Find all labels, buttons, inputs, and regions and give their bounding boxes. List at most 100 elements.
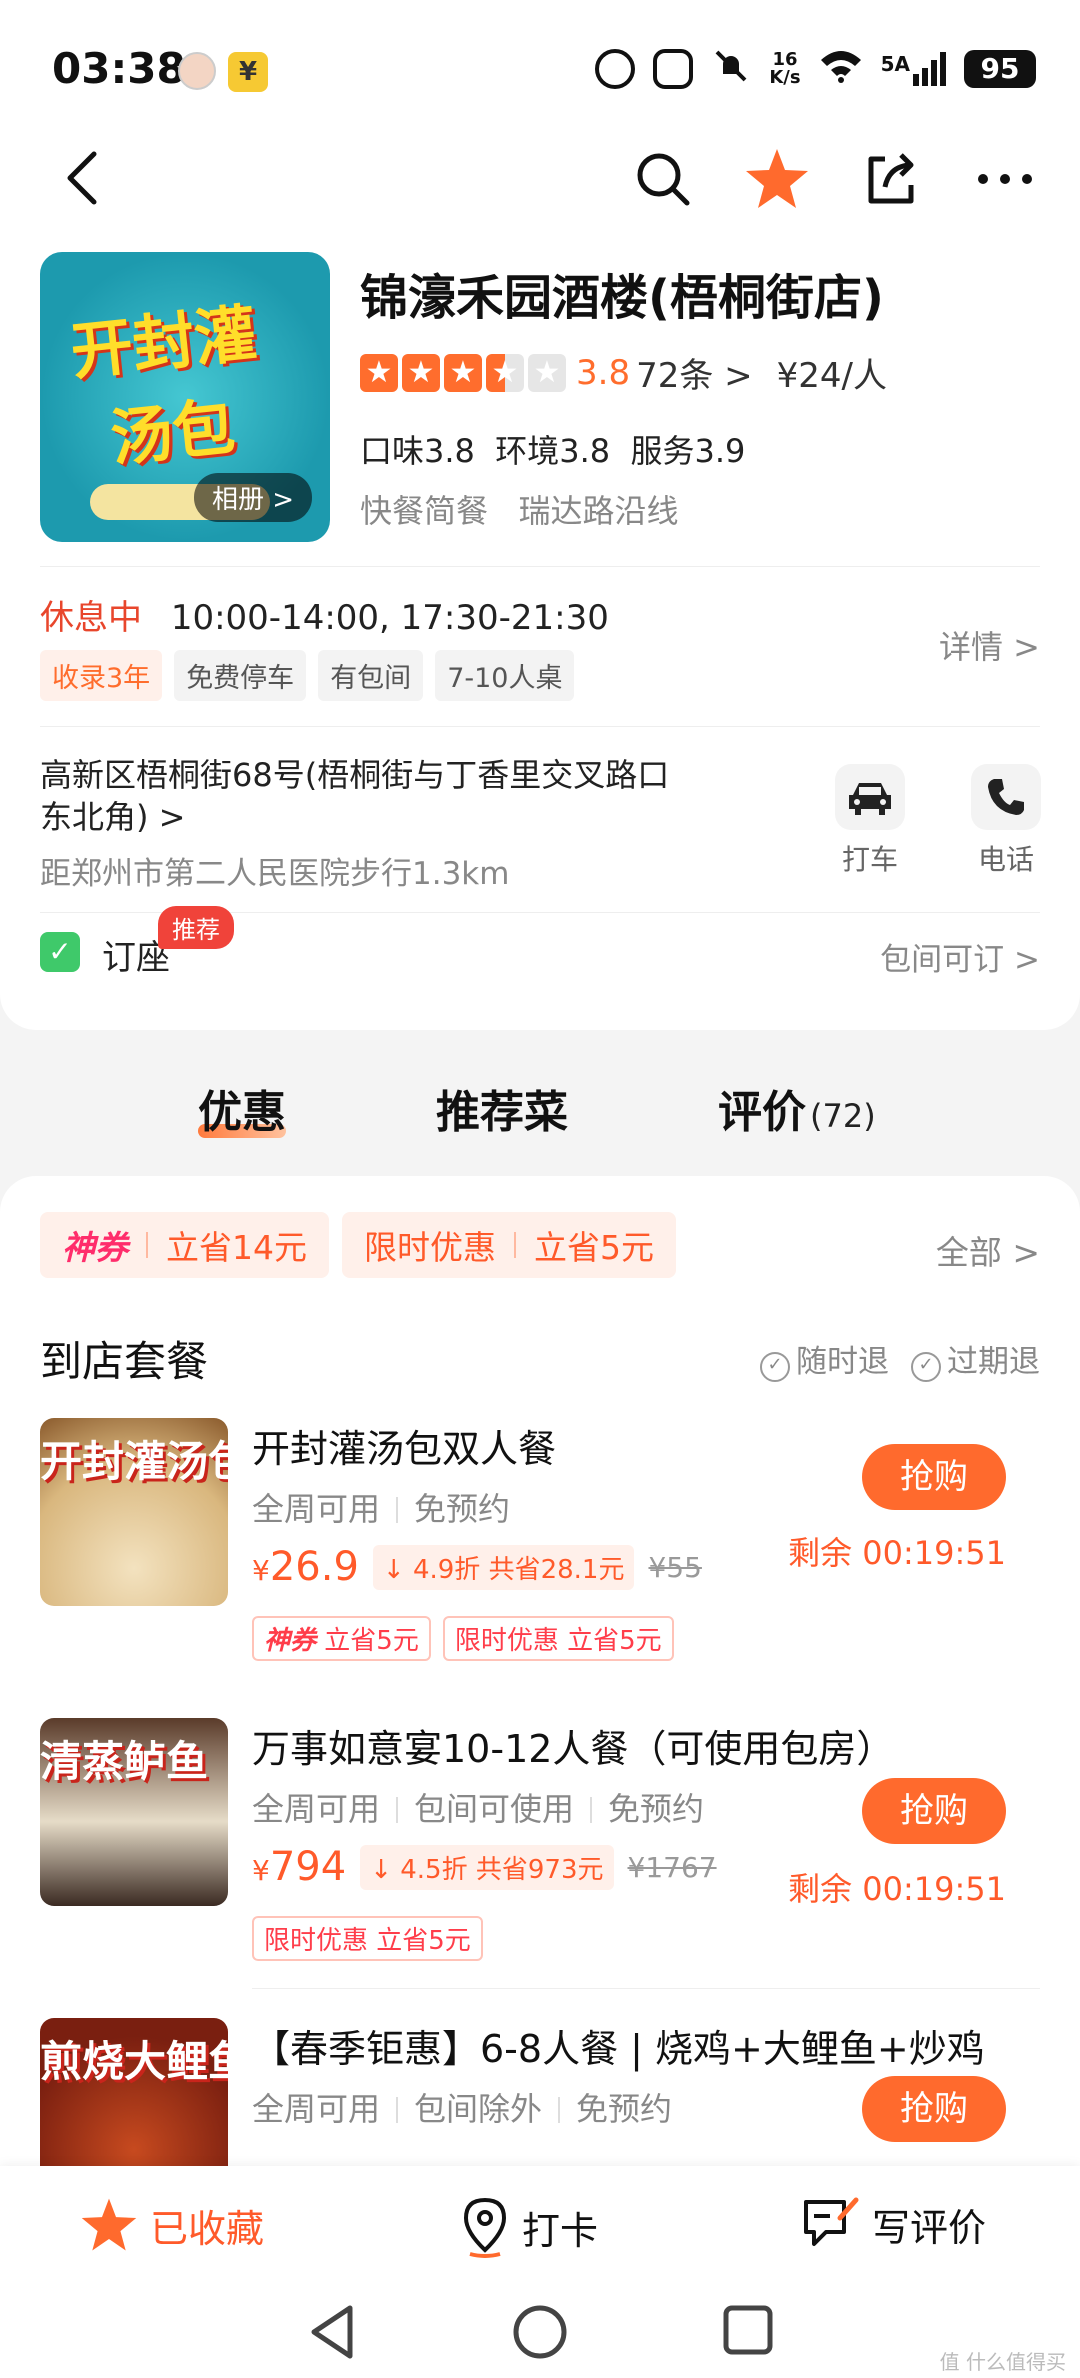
private-room-link[interactable]: 包间可订 >: [880, 934, 1040, 979]
deal-title: 万事如意宴10-12人餐（可使用包房）: [252, 1727, 895, 1771]
bottom-action-bar: 已收藏 打卡 写评价: [0, 2166, 1080, 2286]
phone-label: 电话: [977, 843, 1034, 876]
divider: [40, 726, 1040, 727]
phone-icon: [988, 779, 1024, 815]
check-icon: ✓: [40, 932, 80, 972]
business-hours: 休息中 10:00-14:00, 17:30-21:30: [40, 590, 609, 639]
deal-meta: 全周可用 包间除外 免预约: [252, 2084, 672, 2130]
tab-dishes[interactable]: 推荐菜: [436, 1076, 568, 1140]
write-review-button[interactable]: 写评价: [800, 2196, 986, 2252]
tag: 7-10人桌: [435, 650, 575, 701]
checkin-button[interactable]: 打卡: [460, 2196, 598, 2258]
booking-row[interactable]: ✓ 订座 推荐 包间可订 >: [40, 906, 1040, 1000]
refund-policy: 随时退 过期退: [760, 1336, 1040, 1382]
deal-badges: 神券 立省5元 限时优惠 立省5元: [252, 1616, 674, 1661]
rating-row[interactable]: ★ ★ ★ ★ ★ 3.8 72条 > ¥24/人: [360, 348, 887, 397]
shop-info-card: 开封灌 汤包 相册 > 锦濠禾园酒楼(梧桐街店) ★ ★ ★ ★ ★ 3.8 7…: [0, 240, 1080, 1030]
deal-item[interactable]: 煎烧大鲤鱼 【春季钜惠】6-8人餐 | 烧鸡+大鲤鱼+炒鸡 全周可用 包间除外 …: [0, 2018, 1080, 2186]
status-time: 03:38: [52, 44, 186, 93]
divider: [252, 1988, 1040, 1989]
coupon-pill-limited[interactable]: 限时优惠 立省5元: [342, 1212, 676, 1278]
deal-image: 开封灌汤包: [40, 1418, 228, 1606]
limited-badge: 限时优惠 立省5元: [252, 1916, 483, 1961]
taxi-button[interactable]: 打车: [830, 764, 910, 878]
buy-button[interactable]: 抢购: [862, 2076, 1006, 2142]
shop-categories: 快餐简餐 瑞达路沿线: [360, 492, 679, 530]
deal-title: 开封灌汤包双人餐: [252, 1427, 557, 1471]
deal-meta: 全周可用 免预约: [252, 1484, 510, 1530]
rating-score: 3.8: [576, 352, 631, 393]
recommend-badge: 推荐: [158, 906, 234, 949]
divider: [40, 566, 1040, 567]
shop-cover-image[interactable]: 开封灌 汤包 相册 >: [40, 252, 330, 542]
policy-expiry-refund: 过期退: [911, 1336, 1040, 1382]
discount-badge: ↓ 4.9折 共省28.1元: [372, 1544, 635, 1590]
deal-badges: 限时优惠 立省5元: [252, 1916, 483, 1961]
avatar-icon: [178, 52, 216, 90]
avg-price: ¥24/人: [776, 356, 887, 396]
countdown: 剩余 00:19:51: [788, 1534, 1006, 1572]
yen-badge-icon: ¥: [228, 52, 268, 92]
star-icon: ★: [444, 353, 482, 392]
deal-price: ¥26.9 ↓ 4.9折 共省28.1元 ¥55: [252, 1544, 702, 1590]
cover-text-1: 开封灌: [67, 296, 260, 389]
deal-title: 【春季钜惠】6-8人餐 | 烧鸡+大鲤鱼+炒鸡: [252, 2027, 985, 2071]
search-button[interactable]: [628, 144, 698, 214]
deal-item[interactable]: 开封灌汤包 开封灌汤包双人餐 全周可用 免预约 ¥26.9 ↓ 4.9折 共省2…: [0, 1418, 1080, 1718]
deal-image-text: 煎烧大鲤鱼: [40, 2037, 228, 2086]
top-nav: [0, 130, 1080, 240]
limited-label: 限时优惠: [364, 1228, 496, 1267]
system-home-icon[interactable]: [512, 2304, 568, 2360]
buy-button[interactable]: 抢购: [862, 1444, 1006, 1510]
status-bar: 03:38 ¥ 16 K/s 5A 95: [0, 0, 1080, 130]
share-button[interactable]: [856, 144, 926, 214]
original-price: ¥1767: [627, 1850, 717, 1884]
favorited-button[interactable]: 已收藏: [80, 2196, 264, 2254]
section-title: 到店套餐: [40, 1337, 209, 1386]
god-coupon-badge: 神券 立省5元: [252, 1616, 431, 1661]
coupon-pill-god[interactable]: 神券 立省14元: [40, 1212, 329, 1278]
all-offers-link[interactable]: 全部 >: [936, 1226, 1040, 1274]
deals-panel: 神券 立省14元 限时优惠 立省5元 全部 > 到店套餐 随时退 过期退 开封灌…: [0, 1176, 1080, 2186]
limited-badge: 限时优惠 立省5元: [442, 1616, 674, 1661]
alarm-icon: [595, 49, 636, 89]
deal-price: ¥794 ↓ 4.5折 共省973元 ¥1767: [252, 1844, 717, 1890]
more-dots-icon: [978, 174, 1032, 184]
deal-item[interactable]: 清蒸鲈鱼 万事如意宴10-12人餐（可使用包房） 全周可用 包间可使用 免预约 …: [0, 1718, 1080, 2018]
distance-text: 距郑州市第二人民医院步行1.3km: [40, 856, 510, 892]
deal-image: 清蒸鲈鱼: [40, 1718, 228, 1906]
current-price: ¥26.9: [252, 1544, 359, 1590]
wifi-icon: [819, 48, 863, 90]
favorite-button[interactable]: [742, 144, 812, 214]
edit-review-icon: [804, 2197, 859, 2246]
star-icon: ★: [402, 353, 440, 392]
tab-reviews-count: (72): [810, 1097, 876, 1135]
cover-text-2: 汤包: [107, 389, 239, 476]
phone-button[interactable]: 电话: [966, 764, 1046, 878]
rating-stars: ★ ★ ★ ★ ★: [360, 353, 566, 392]
open-status: 休息中: [40, 598, 142, 638]
hours-text: 10:00-14:00, 17:30-21:30: [170, 598, 609, 638]
star-filled-icon: [746, 149, 808, 208]
car-icon: [849, 783, 891, 815]
shop-tags: 收录3年 免费停车 有包间 7-10人桌: [40, 650, 575, 701]
detail-link[interactable]: 详情 >: [939, 622, 1040, 668]
back-button[interactable]: [56, 148, 116, 208]
deal-image: 煎烧大鲤鱼: [40, 2018, 228, 2186]
policy-anytime-refund: 随时退: [760, 1336, 889, 1382]
more-button[interactable]: [970, 144, 1040, 214]
album-button[interactable]: 相册 >: [193, 473, 312, 522]
tab-reviews[interactable]: 评价 (72): [718, 1076, 876, 1140]
review-count[interactable]: 72条 >: [636, 348, 753, 397]
mute-bell-icon: [711, 46, 751, 92]
tag: 免费停车: [174, 650, 307, 701]
system-back-icon[interactable]: [306, 2304, 358, 2360]
buy-button[interactable]: 抢购: [862, 1778, 1006, 1844]
tab-offers[interactable]: 优惠: [198, 1076, 286, 1140]
coupon-value: 立省14元: [166, 1228, 307, 1267]
shop-address[interactable]: 高新区梧桐街68号(梧桐街与丁香里交叉路口东北角) >: [40, 754, 700, 838]
current-price: ¥794: [252, 1844, 347, 1890]
watermark: 值 什么值得买: [939, 2350, 1066, 2374]
location-pin-icon: [463, 2197, 507, 2258]
system-recents-icon[interactable]: [722, 2304, 774, 2356]
